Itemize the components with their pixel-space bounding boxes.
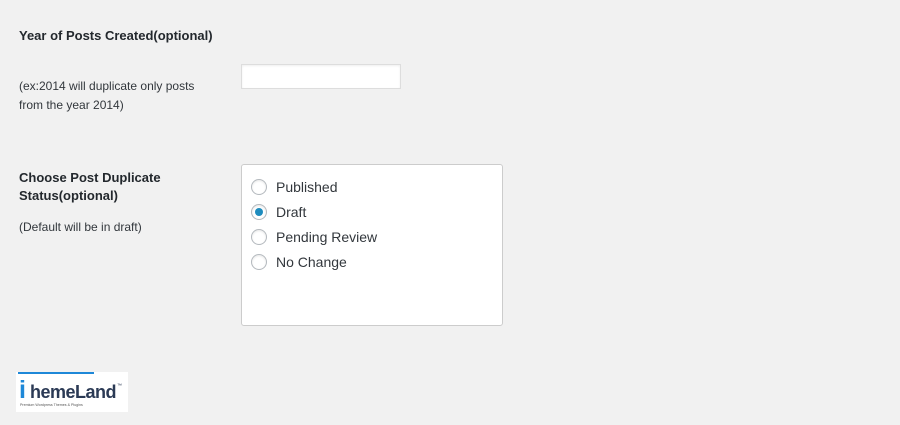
status-option-label: Published — [276, 178, 338, 195]
logo-i-letter: i — [19, 376, 26, 404]
radio-button[interactable] — [251, 178, 267, 195]
status-option-label: Pending Review — [276, 228, 378, 245]
status-option-published[interactable]: Published — [242, 174, 502, 199]
status-field-title: Choose Post Duplicate Status(optional) — [19, 170, 161, 203]
status-option-label: No Change — [276, 253, 347, 270]
status-option-pending-review[interactable]: Pending Review — [242, 224, 502, 249]
logo-accent-bar — [18, 372, 94, 374]
year-input[interactable] — [241, 64, 401, 89]
settings-page: Year of Posts Created(optional) (ex:2014… — [0, 0, 900, 425]
logo-wordmark: hemeLand — [30, 382, 117, 402]
status-field-description: (Default will be in draft) — [19, 220, 142, 234]
status-radio-group: Published Draft Pending Review No Change — [241, 164, 503, 326]
status-option-label: Draft — [276, 203, 307, 220]
status-option-draft[interactable]: Draft — [242, 199, 502, 224]
year-field-description: (ex:2014 will duplicate only posts from … — [19, 79, 195, 112]
radio-button[interactable] — [251, 253, 267, 270]
radio-button[interactable] — [251, 228, 267, 245]
logo-trademark: ™ — [117, 383, 122, 389]
status-option-no-change[interactable]: No Change — [242, 249, 502, 274]
ithemeland-logo: i hemeLand ™ Premium Wordpress Themes & … — [16, 372, 128, 412]
radio-button[interactable] — [251, 203, 267, 220]
logo-tagline: Premium Wordpress Themes & Plugins — [20, 403, 83, 407]
year-field-title: Year of Posts Created(optional) — [19, 28, 213, 43]
